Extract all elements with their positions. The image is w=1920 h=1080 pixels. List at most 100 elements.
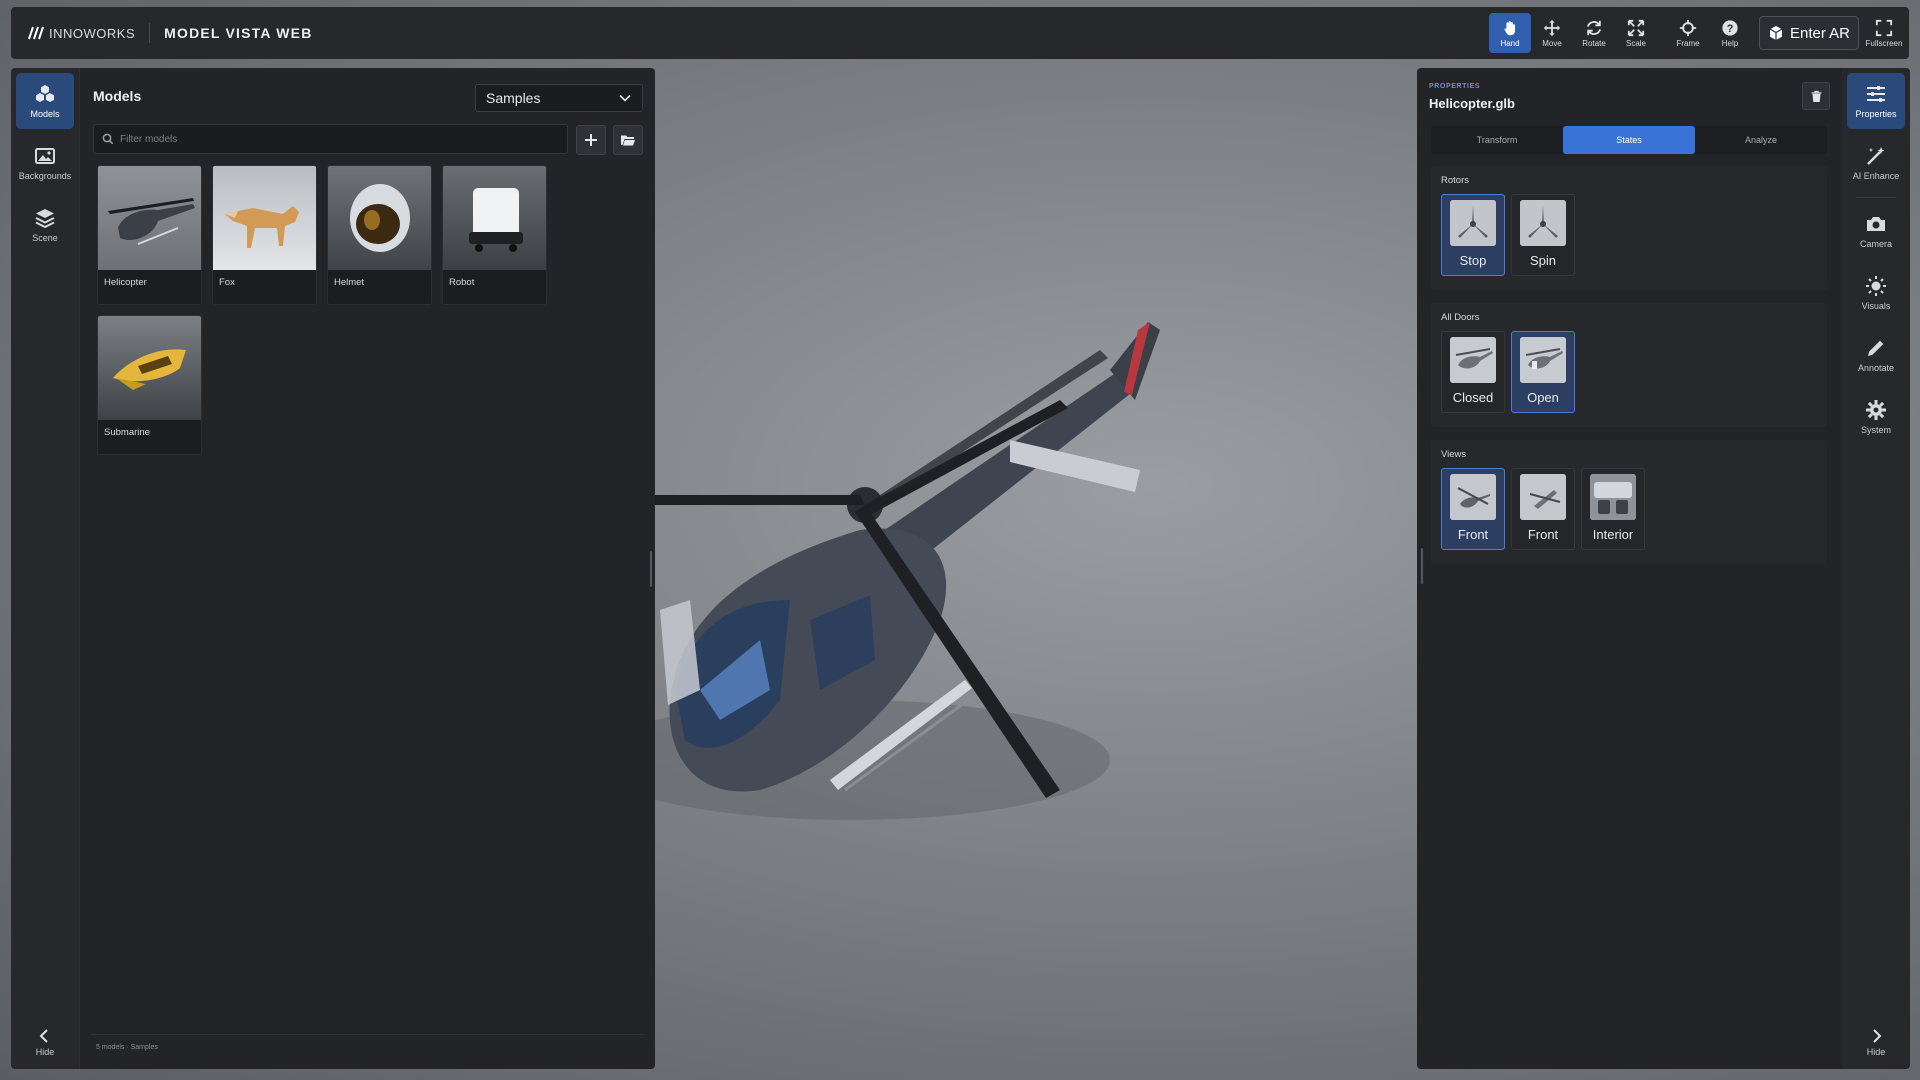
state-label: Interior bbox=[1592, 527, 1634, 542]
state-thumbnail bbox=[1590, 474, 1636, 520]
tab-analyze[interactable]: Analyze bbox=[1695, 126, 1827, 154]
state-label: Stop bbox=[1459, 253, 1487, 268]
resize-handle[interactable] bbox=[1421, 548, 1423, 584]
rail-label: Backgrounds bbox=[18, 171, 72, 181]
tool-help[interactable]: ? Help bbox=[1709, 13, 1751, 53]
sun-icon bbox=[1866, 276, 1886, 296]
delete-model-button[interactable] bbox=[1802, 82, 1830, 110]
rail-properties[interactable]: Properties bbox=[1847, 73, 1905, 129]
help-icon: ? bbox=[1722, 19, 1738, 36]
plus-icon bbox=[585, 134, 597, 146]
scale-icon bbox=[1627, 19, 1645, 36]
tool-frame[interactable]: Frame bbox=[1667, 13, 1709, 53]
tool-hand[interactable]: Hand bbox=[1489, 13, 1531, 53]
brand-logo-icon bbox=[28, 26, 44, 40]
state-thumbnail bbox=[1450, 474, 1496, 520]
state-thumbnail bbox=[1520, 337, 1566, 383]
state-view-interior[interactable]: Interior bbox=[1581, 468, 1645, 550]
rail-annotate[interactable]: Annotate bbox=[1847, 327, 1905, 383]
tab-states[interactable]: States bbox=[1563, 126, 1695, 154]
hide-label: Hide bbox=[35, 1047, 55, 1057]
rail-scene[interactable]: Scene bbox=[16, 197, 74, 253]
search-field[interactable]: Filter models bbox=[93, 124, 568, 154]
group-title: All Doors bbox=[1441, 312, 1480, 323]
chevron-down-icon bbox=[619, 94, 631, 102]
left-rail: Models Backgrounds Scene Hide bbox=[11, 68, 79, 1069]
search-icon bbox=[102, 133, 114, 145]
model-card-helicopter[interactable]: Helicopter bbox=[97, 165, 202, 305]
model-card-fox[interactable]: Fox bbox=[212, 165, 317, 305]
frame-icon bbox=[1679, 19, 1697, 36]
tool-label: Frame bbox=[1676, 38, 1700, 48]
model-card-submarine[interactable]: Submarine bbox=[97, 315, 202, 455]
model-thumbnail bbox=[328, 166, 431, 270]
enter-ar-button[interactable]: Enter AR bbox=[1759, 16, 1859, 50]
tool-rotate[interactable]: Rotate bbox=[1573, 13, 1615, 53]
state-label: Open bbox=[1527, 390, 1559, 405]
models-count: 5 models · Samples bbox=[96, 1044, 158, 1051]
hide-label: Hide bbox=[1866, 1047, 1886, 1057]
tab-transform[interactable]: Transform bbox=[1431, 126, 1563, 154]
model-thumbnail bbox=[213, 166, 316, 270]
model-name: Submarine bbox=[104, 427, 150, 438]
helicopter-thumbnail-icon bbox=[1520, 474, 1566, 520]
rail-visuals[interactable]: Visuals bbox=[1847, 265, 1905, 321]
properties-title: Helicopter.glb bbox=[1429, 96, 1515, 111]
sliders-icon bbox=[1867, 86, 1885, 102]
submarine-thumbnail-icon bbox=[113, 349, 186, 390]
open-folder-button[interactable] bbox=[613, 125, 643, 155]
state-rotors-spin[interactable]: Spin bbox=[1511, 194, 1575, 276]
state-doors-closed[interactable]: Closed bbox=[1441, 331, 1505, 413]
model-card-helmet[interactable]: Helmet bbox=[327, 165, 432, 305]
tool-move[interactable]: Move bbox=[1531, 13, 1573, 53]
layers-icon bbox=[35, 209, 55, 229]
gear-icon bbox=[1866, 400, 1886, 420]
tool-label: Scale bbox=[1625, 38, 1646, 48]
add-model-button[interactable] bbox=[576, 125, 606, 155]
rail-backgrounds[interactable]: Backgrounds bbox=[16, 135, 74, 191]
model-grid: Helicopter Fox Helmet Robot Submarine bbox=[97, 165, 567, 455]
resize-handle[interactable] bbox=[650, 551, 652, 587]
rail-ai-enhance[interactable]: AI Enhance bbox=[1847, 135, 1905, 191]
rail-label: Scene bbox=[32, 233, 58, 243]
rail-label: Models bbox=[30, 109, 60, 119]
state-doors-open[interactable]: Open bbox=[1511, 331, 1575, 413]
chevron-right-icon bbox=[1873, 1029, 1882, 1043]
state-rotors-stop[interactable]: Stop bbox=[1441, 194, 1505, 276]
state-group-views: Views Front Front Interior bbox=[1431, 440, 1827, 564]
rail-label: Visuals bbox=[1861, 301, 1891, 311]
state-group-rotors: Rotors Stop Spin bbox=[1431, 166, 1827, 290]
source-select[interactable]: Samples bbox=[475, 84, 643, 112]
properties-tabs: Transform States Analyze bbox=[1431, 126, 1827, 154]
state-label: Front bbox=[1527, 527, 1559, 542]
tool-scale[interactable]: Scale bbox=[1615, 13, 1657, 53]
rail-models[interactable]: Models bbox=[16, 73, 74, 129]
model-thumbnail bbox=[443, 166, 546, 270]
rail-camera[interactable]: Camera bbox=[1847, 203, 1905, 259]
source-select-value: Samples bbox=[486, 90, 541, 106]
rotor-thumbnail-icon bbox=[1450, 200, 1496, 246]
svg-text:?: ? bbox=[1727, 23, 1734, 35]
state-view-front-1[interactable]: Front bbox=[1441, 468, 1505, 550]
tool-label: Fullscreen bbox=[1865, 38, 1903, 48]
hide-right-panel-button[interactable]: Hide bbox=[1842, 1028, 1910, 1057]
models-panel: Models Samples Filter models Helicopter bbox=[79, 68, 655, 1069]
model-name: Helmet bbox=[334, 277, 365, 288]
model-thumbnail bbox=[98, 166, 201, 270]
state-label: Front bbox=[1457, 527, 1489, 542]
state-thumbnail bbox=[1520, 200, 1566, 246]
helmet-thumbnail-icon bbox=[350, 184, 410, 252]
state-view-front-2[interactable]: Front bbox=[1511, 468, 1575, 550]
helicopter-thumbnail-icon bbox=[1450, 474, 1496, 520]
brand-name: INNOWORKS bbox=[49, 25, 136, 41]
state-thumbnail bbox=[1450, 337, 1496, 383]
hide-left-panel-button[interactable]: Hide bbox=[11, 1028, 79, 1057]
model-card-robot[interactable]: Robot bbox=[442, 165, 547, 305]
helicopter-thumbnail-icon bbox=[108, 198, 195, 245]
camera-icon bbox=[1867, 217, 1885, 231]
panel-title: Models bbox=[93, 88, 142, 104]
tool-fullscreen[interactable]: Fullscreen bbox=[1863, 13, 1905, 53]
rail-system[interactable]: System bbox=[1847, 389, 1905, 445]
trash-icon bbox=[1811, 90, 1821, 102]
tool-label: Rotate bbox=[1582, 38, 1606, 48]
